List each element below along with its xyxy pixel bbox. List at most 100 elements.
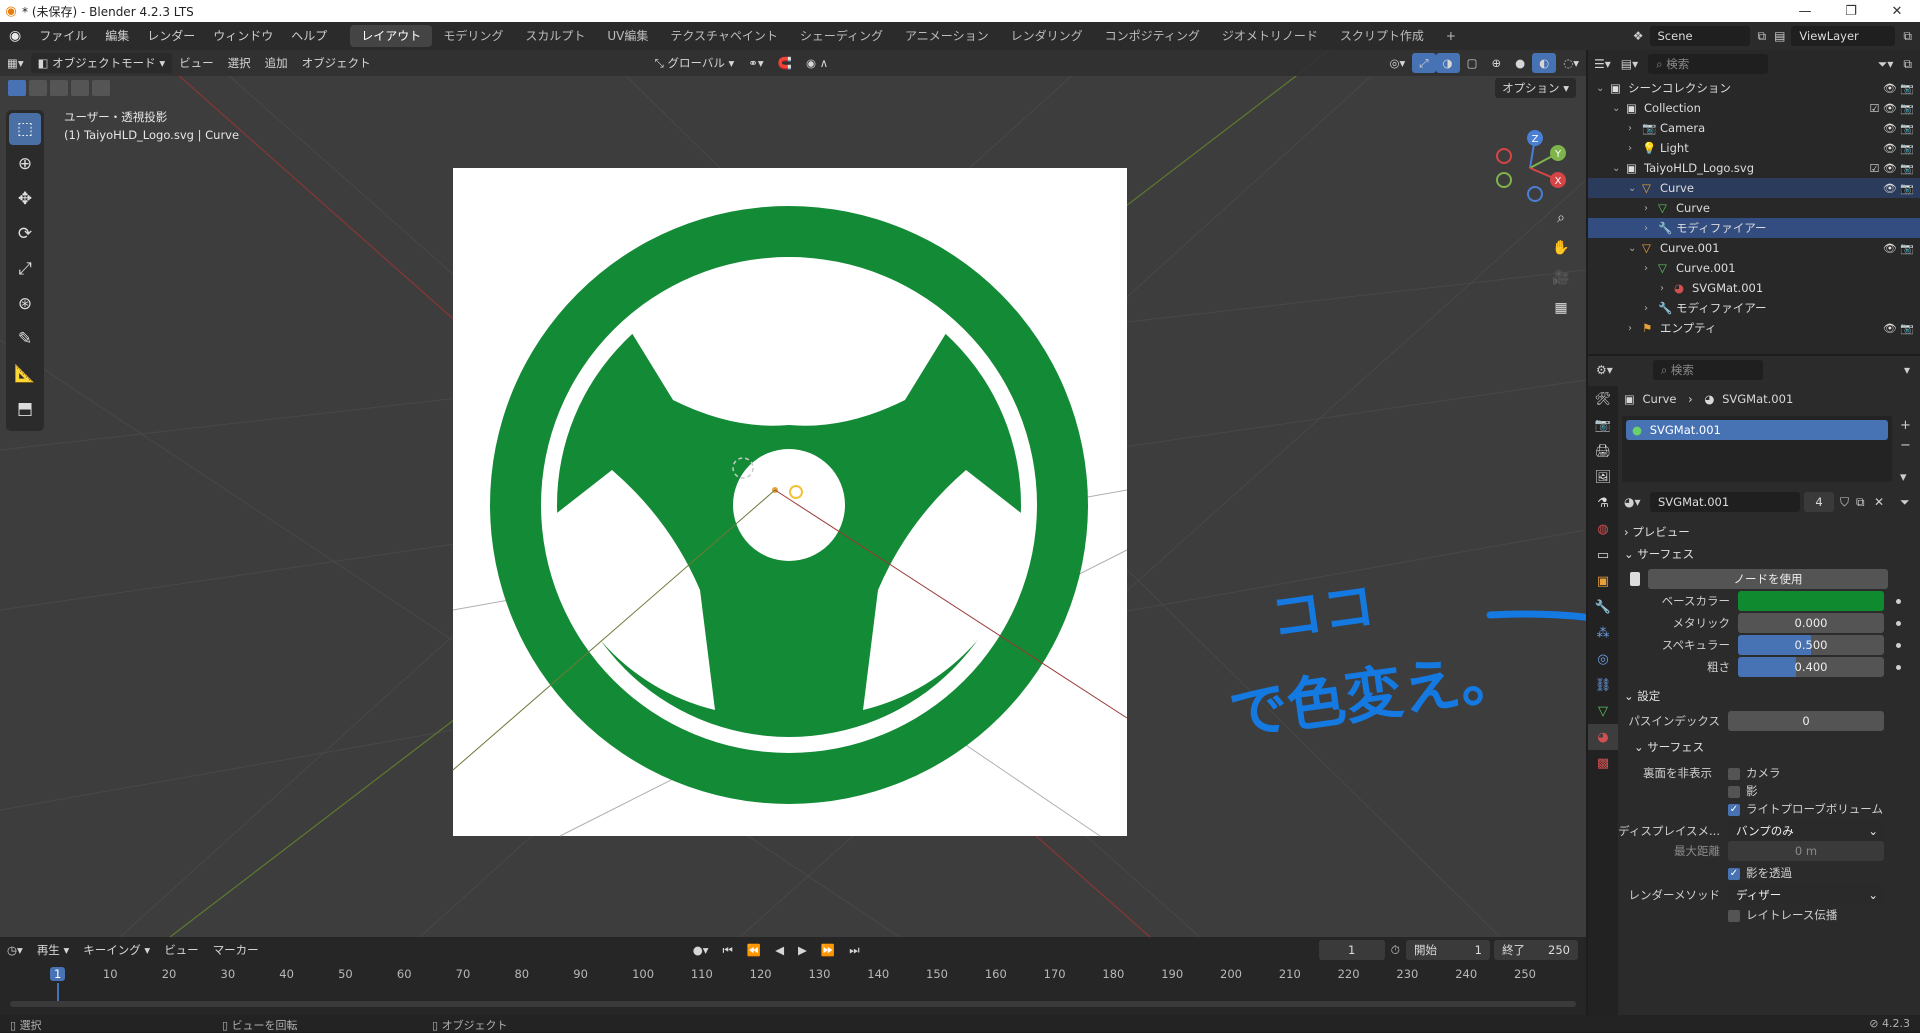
- add-workspace-button[interactable]: +: [1435, 25, 1467, 47]
- settings-panel-header[interactable]: ⌄ 設定: [1624, 688, 1660, 704]
- material-tab-icon[interactable]: ◕: [1588, 724, 1618, 750]
- outliner-editor-icon[interactable]: ☰▾: [1594, 57, 1611, 71]
- display-mode-icon[interactable]: ▤▾: [1621, 57, 1638, 71]
- outliner-row[interactable]: ⌄ ▣ TaiyoHLD_Logo.svg ☑ 👁 📷: [1588, 158, 1920, 178]
- surface-panel-header[interactable]: ⌄ サーフェス: [1624, 546, 1694, 562]
- timeline-scrollbar[interactable]: [10, 1001, 1576, 1007]
- tab-modeling[interactable]: モデリング: [432, 25, 514, 47]
- close-button[interactable]: ✕: [1874, 4, 1920, 19]
- menu-view[interactable]: ビュー: [172, 53, 221, 73]
- roughness-socket-icon[interactable]: [1896, 664, 1901, 670]
- blender-menu-icon[interactable]: ◉: [0, 22, 30, 50]
- view-layer-tab-icon[interactable]: 🖼: [1588, 464, 1618, 490]
- scene-tab-icon[interactable]: ⚗: [1588, 490, 1618, 516]
- auto-keying-icon[interactable]: ●▾: [686, 940, 716, 960]
- modifier-tab-icon[interactable]: 🔧: [1588, 594, 1618, 620]
- slot-menu-button[interactable]: ▾: [1900, 468, 1911, 488]
- unlink-material-icon[interactable]: ✕: [1874, 495, 1884, 509]
- menu-object[interactable]: オブジェクト: [295, 53, 378, 73]
- visibility-toggles[interactable]: 👁 📷: [1883, 242, 1914, 255]
- tab-shading[interactable]: シェーディング: [789, 25, 894, 47]
- new-viewlayer-icon[interactable]: ⧉: [1903, 29, 1912, 44]
- xray-icon[interactable]: ▢: [1460, 53, 1485, 73]
- outliner-row[interactable]: › 🔧 モディファイアー: [1588, 298, 1920, 318]
- maximize-button[interactable]: ❐: [1828, 4, 1874, 19]
- material-slot-item[interactable]: ● SVGMat.001: [1626, 420, 1888, 440]
- menu-keying[interactable]: キーイング ▾: [76, 940, 157, 960]
- add-slot-button[interactable]: +: [1900, 416, 1911, 436]
- tab-compositing[interactable]: コンポジティング: [1094, 25, 1211, 47]
- minimize-button[interactable]: —: [1782, 4, 1828, 19]
- menu-window[interactable]: ウィンドウ: [204, 22, 282, 50]
- visibility-icon[interactable]: ◎▾: [1383, 53, 1413, 73]
- menu-add[interactable]: 追加: [258, 53, 295, 73]
- outliner-row[interactable]: › 💡 Light 👁 📷: [1588, 138, 1920, 158]
- shading-rendered-icon[interactable]: ◌▾: [1556, 53, 1586, 73]
- scale-tool-icon[interactable]: ⤢: [9, 253, 41, 285]
- play-icon[interactable]: ▶: [791, 940, 814, 960]
- select-extend-icon[interactable]: [29, 80, 47, 96]
- outliner-row[interactable]: › ⚑ エンプティ 👁 📷: [1588, 318, 1920, 338]
- add-cube-tool-icon[interactable]: ⬒: [9, 393, 41, 425]
- expand-toggle-icon[interactable]: ⌄: [1612, 103, 1620, 114]
- data-tab-icon[interactable]: ▽: [1588, 698, 1618, 724]
- outliner-row[interactable]: ⌄ ▣ シーンコレクション 👁 📷: [1588, 78, 1920, 98]
- new-scene-icon[interactable]: ⧉: [1758, 29, 1767, 44]
- visibility-toggles[interactable]: 👁 📷: [1883, 82, 1914, 95]
- tab-layout[interactable]: レイアウト: [350, 25, 433, 47]
- proportional-edit-icon[interactable]: ◉ ∧: [799, 53, 835, 73]
- frame-end-field[interactable]: 終了 250: [1494, 940, 1578, 960]
- tab-texture-paint[interactable]: テクスチャペイント: [659, 25, 789, 47]
- max-distance-field[interactable]: 0 m: [1728, 841, 1884, 861]
- roughness-slider[interactable]: 0.400: [1738, 657, 1884, 677]
- tab-rendering[interactable]: レンダリング: [1000, 25, 1094, 47]
- select-new-icon[interactable]: [8, 80, 26, 96]
- menu-render[interactable]: レンダー: [138, 22, 204, 50]
- menu-help[interactable]: ヘルプ: [282, 22, 336, 50]
- visibility-toggles[interactable]: 👁 📷: [1883, 142, 1914, 155]
- metallic-socket-icon[interactable]: [1896, 620, 1901, 626]
- light-probe-checkbox[interactable]: ✓ ライトプローブボリューム: [1728, 801, 1883, 817]
- particles-tab-icon[interactable]: ⁂: [1588, 620, 1618, 646]
- material-users-count[interactable]: 4: [1804, 492, 1834, 512]
- base-color-socket-icon[interactable]: [1896, 598, 1901, 604]
- jump-keyframe-next-icon[interactable]: ⏩: [814, 940, 842, 960]
- tab-scripting[interactable]: スクリプト作成: [1329, 25, 1435, 47]
- shading-material-icon[interactable]: ◐: [1532, 53, 1557, 73]
- outliner-row[interactable]: ⌄ ▽ Curve.001 👁 📷: [1588, 238, 1920, 258]
- select-box-tool-icon[interactable]: ⬚: [9, 113, 41, 145]
- collection-tab-icon[interactable]: ▭: [1588, 542, 1618, 568]
- annotate-tool-icon[interactable]: ✎: [9, 323, 41, 355]
- measure-tool-icon[interactable]: 📐: [9, 358, 41, 390]
- preview-panel-header[interactable]: › プレビュー: [1624, 524, 1690, 540]
- filter-icon[interactable]: ⏷▾: [1878, 57, 1894, 72]
- shading-solid-icon[interactable]: ●: [1508, 53, 1532, 73]
- 3d-viewport[interactable]: ココ で色変え。 ▦▾ ◧ オブジェクトモード ▾ ビュー 選択 追加 オブジェ…: [0, 50, 1586, 937]
- menu-marker[interactable]: マーカー: [206, 940, 266, 960]
- select-invert-icon[interactable]: [71, 80, 89, 96]
- gizmo-toggle-icon[interactable]: ⤢: [1412, 53, 1436, 73]
- tab-animation[interactable]: アニメーション: [894, 25, 1000, 47]
- select-subtract-icon[interactable]: [50, 80, 68, 96]
- visibility-toggles[interactable]: 👁 📷: [1883, 122, 1914, 135]
- visibility-toggles[interactable]: 👁 📷: [1883, 322, 1914, 335]
- expand-toggle-icon[interactable]: ›: [1628, 143, 1632, 154]
- expand-toggle-icon[interactable]: ›: [1644, 263, 1648, 274]
- navigation-gizmo[interactable]: Z Y X: [1490, 118, 1570, 208]
- viewport-options-button[interactable]: オプション ▾: [1495, 78, 1576, 98]
- editor-type-icon[interactable]: ▦▾: [0, 53, 31, 73]
- outliner-row[interactable]: ⌄ ▽ Curve 👁 📷: [1588, 178, 1920, 198]
- link-type-icon[interactable]: ⏷: [1900, 495, 1910, 510]
- material-name-field[interactable]: SVGMat.001: [1650, 492, 1800, 512]
- tab-uv-editing[interactable]: UV編集: [596, 25, 659, 47]
- tool-tab-icon[interactable]: 🛠: [1588, 386, 1618, 412]
- rotate-tool-icon[interactable]: ⟳: [9, 218, 41, 250]
- jump-start-icon[interactable]: ⏮: [716, 940, 740, 960]
- expand-toggle-icon[interactable]: ›: [1644, 203, 1648, 214]
- outliner-row[interactable]: › ▽ Curve.001: [1588, 258, 1920, 278]
- physics-tab-icon[interactable]: ◎: [1588, 646, 1618, 672]
- tab-geometry-nodes[interactable]: ジオメトリノード: [1211, 25, 1329, 47]
- transparent-shadow-checkbox[interactable]: ✓ 影を透過: [1728, 865, 1792, 881]
- expand-toggle-icon[interactable]: ›: [1660, 283, 1664, 294]
- visibility-toggles[interactable]: ☑ 👁 📷: [1869, 162, 1914, 175]
